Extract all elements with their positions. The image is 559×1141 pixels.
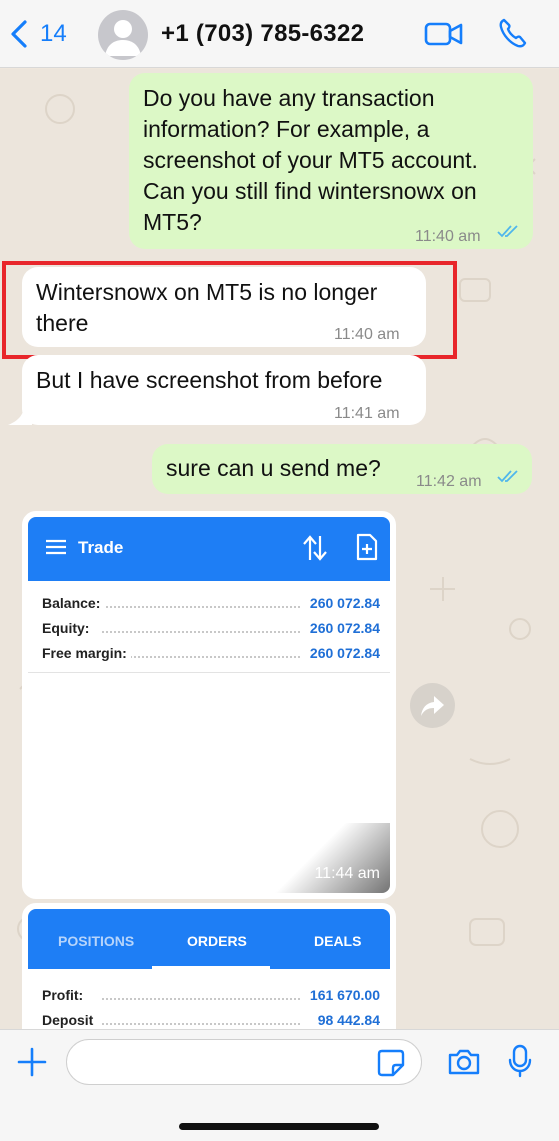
message-text: But I have screenshot from before (36, 367, 383, 393)
image-time: 11:44 am (314, 865, 380, 882)
avatar[interactable] (98, 10, 148, 60)
dotted-leader (102, 656, 300, 658)
phone-icon[interactable] (498, 17, 528, 49)
home-indicator (179, 1123, 379, 1130)
chevron-left-icon (11, 20, 27, 48)
mt5-tabbar: POSITIONS ORDERS DEALS (28, 909, 390, 969)
profit-label: Profit: (42, 987, 88, 1003)
image-message-positions[interactable]: POSITIONS ORDERS DEALS Profit: 161 670.0… (22, 903, 396, 1029)
dotted-leader (102, 631, 300, 633)
new-order-icon (356, 533, 378, 561)
back-button[interactable]: 14 (10, 18, 80, 50)
deposit-label: Deposit (42, 1012, 98, 1028)
equity-row: Equity: 260 072.84 (42, 620, 380, 642)
balance-label: Balance: (42, 595, 105, 611)
profit-value: 161 670.00 (305, 987, 380, 1003)
avatar-placeholder-icon (105, 20, 141, 56)
dotted-leader (102, 606, 300, 608)
dotted-leader (102, 998, 300, 1000)
read-receipt-icon (497, 225, 518, 238)
tab-deals: DEALS (314, 933, 362, 949)
deposit-row: Deposit 98 442.84 (42, 1012, 380, 1029)
camera-icon[interactable] (447, 1048, 481, 1076)
message-bubble-incoming[interactable]: But I have screenshot from before 11:41 … (22, 355, 426, 425)
tab-positions: POSITIONS (58, 933, 135, 949)
free-margin-row: Free margin: 260 072.84 (42, 645, 380, 667)
chat-header: 14 +1 (703) 785-6322 (0, 0, 559, 68)
menu-icon (46, 539, 66, 555)
unread-count: 14 (40, 20, 67, 47)
mt5-title: Trade (78, 538, 124, 557)
sort-arrows-icon (303, 535, 327, 561)
balance-value: 260 072.84 (305, 595, 380, 611)
image-message-trade[interactable]: Trade Balance: 260 072.84 Equity: 260 07… (22, 511, 396, 899)
message-time: 11:42 am (416, 473, 482, 490)
plus-icon[interactable] (17, 1047, 47, 1077)
equity-label: Equity: (42, 620, 94, 636)
active-tab-indicator (152, 966, 270, 969)
message-input[interactable] (66, 1039, 422, 1085)
forward-button[interactable] (410, 683, 455, 728)
contact-name[interactable]: +1 (703) 785-6322 (161, 20, 364, 48)
free-margin-label: Free margin: (42, 645, 131, 661)
equity-value: 260 072.84 (305, 620, 380, 636)
divider (28, 672, 390, 673)
dotted-leader (102, 1023, 300, 1025)
video-camera-icon[interactable] (424, 20, 464, 48)
message-text: Do you have any transaction information?… (143, 85, 478, 235)
message-text: sure can u send me? (166, 455, 381, 481)
mt5-toolbar: Trade (28, 517, 390, 581)
composer-bar (0, 1029, 559, 1141)
microphone-icon[interactable] (508, 1044, 532, 1078)
deposit-value: 98 442.84 (313, 1012, 380, 1028)
sticker-icon[interactable] (377, 1049, 405, 1077)
bubble-tail (8, 405, 32, 425)
free-margin-value: 260 072.84 (305, 645, 380, 661)
message-time: 11:41 am (334, 405, 400, 422)
message-time: 11:40 am (415, 228, 481, 245)
message-bubble-outgoing[interactable]: Do you have any transaction information?… (129, 73, 533, 249)
profit-row: Profit: 161 670.00 (42, 987, 380, 1009)
balance-row: Balance: 260 072.84 (42, 595, 380, 617)
chat-area[interactable]: Do you have any transaction information?… (0, 69, 559, 1029)
read-receipt-icon (497, 470, 518, 483)
tab-orders: ORDERS (187, 933, 247, 949)
highlight-box (2, 261, 457, 359)
message-bubble-outgoing[interactable]: sure can u send me? 11:42 am (152, 444, 532, 494)
forward-icon (421, 696, 444, 716)
